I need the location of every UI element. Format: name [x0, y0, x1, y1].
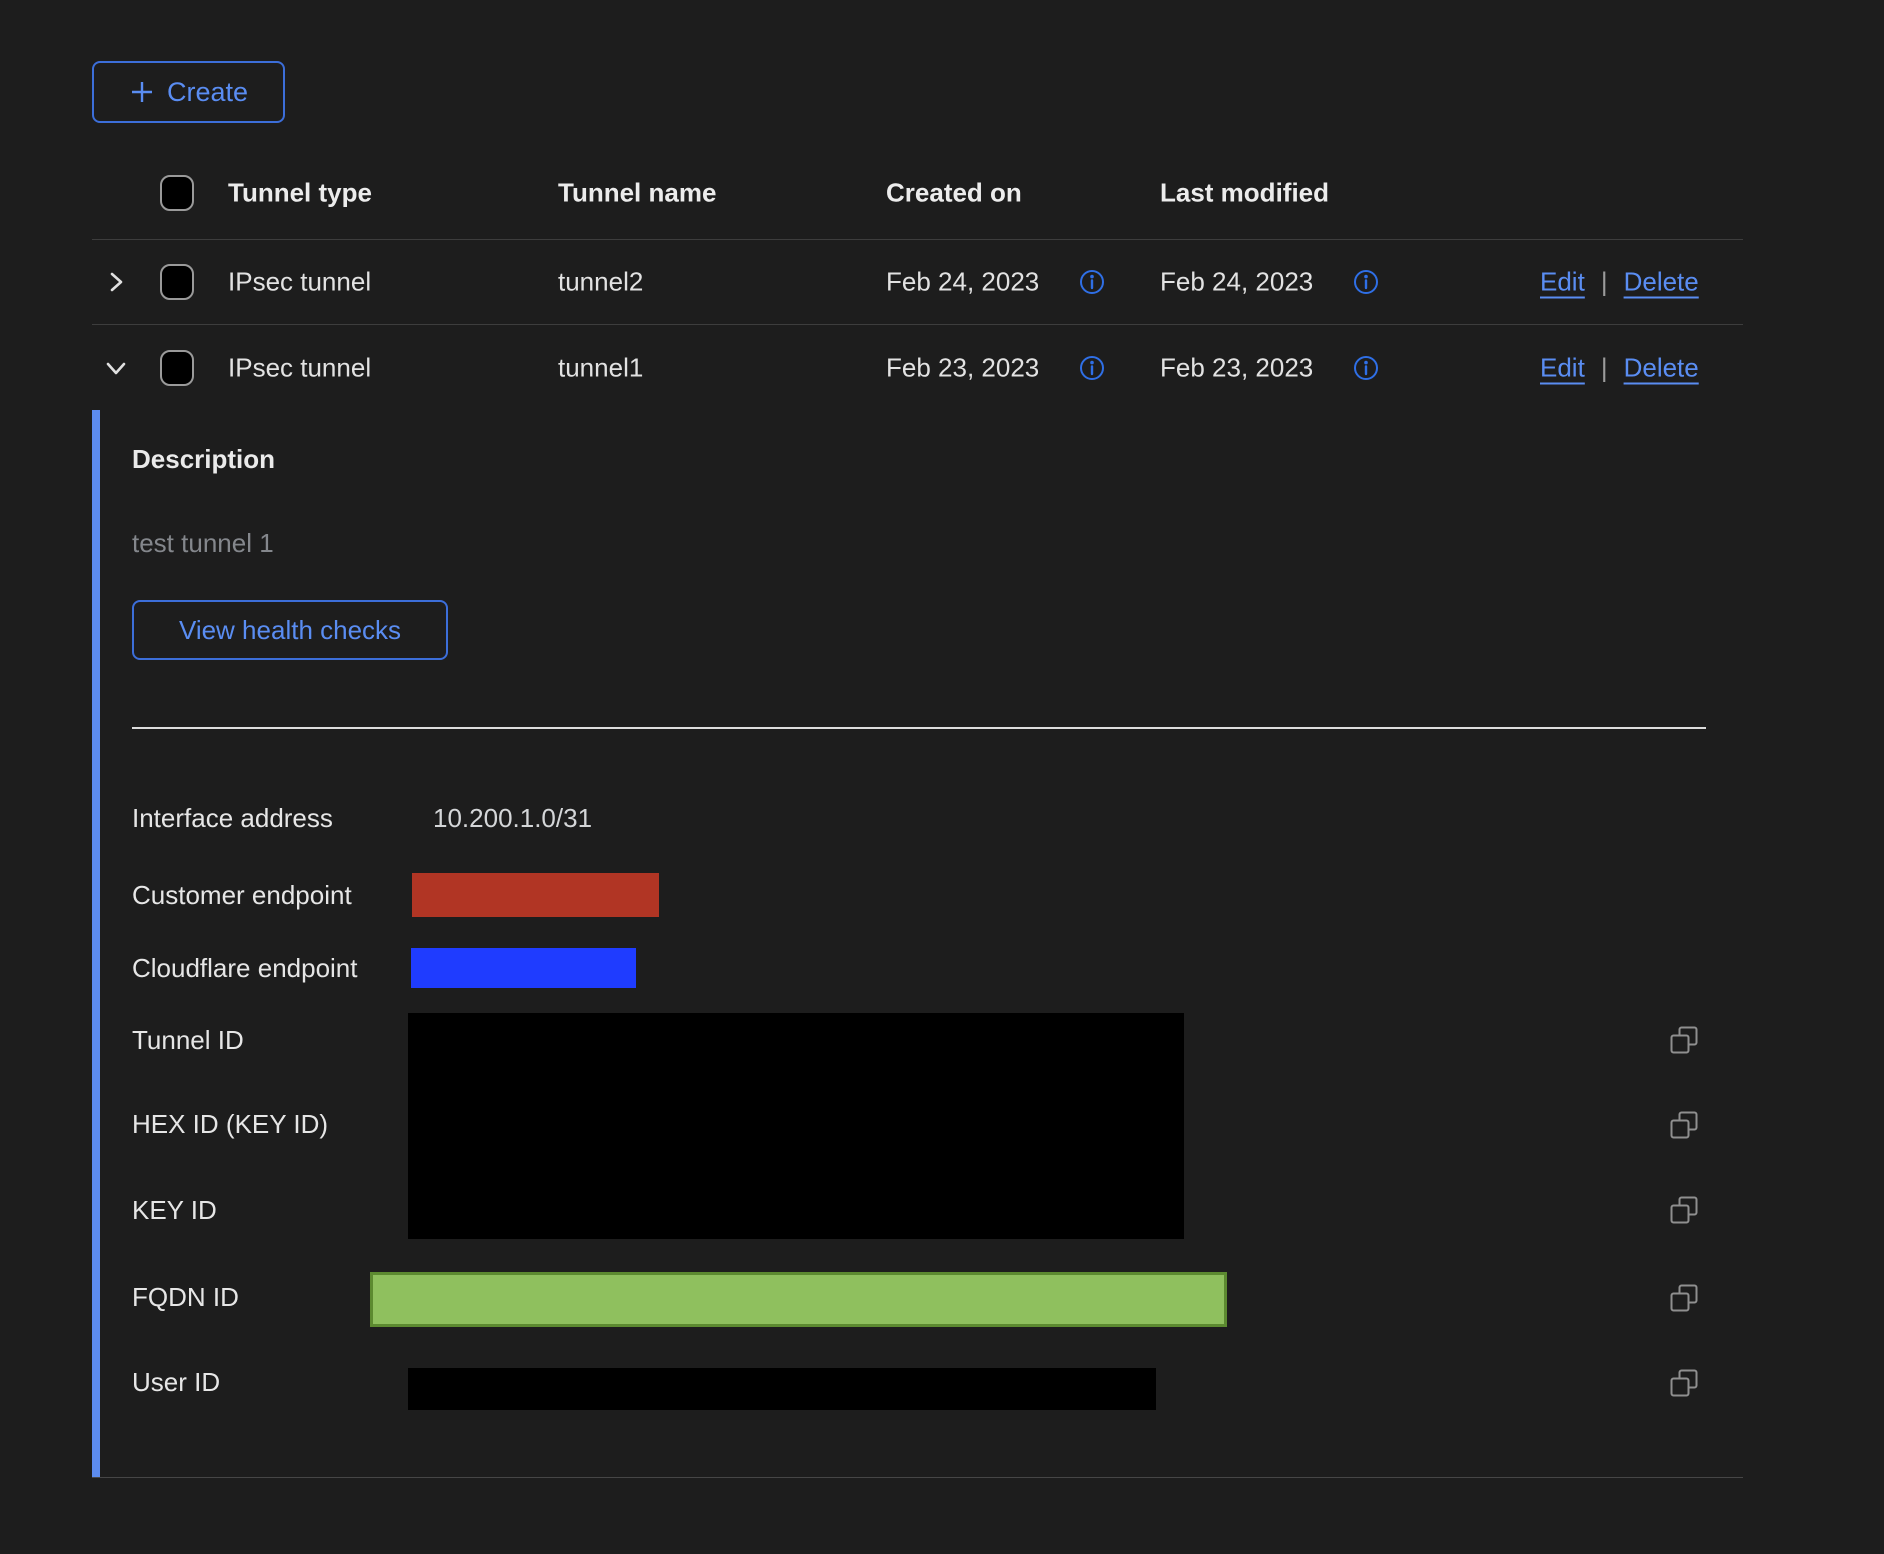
column-header-tunnel-name: Tunnel name	[558, 177, 716, 208]
table-row: IPsec tunnel tunnel2 Feb 24, 2023 Feb 24…	[92, 240, 1743, 325]
view-health-checks-button[interactable]: View health checks	[132, 600, 448, 660]
field-label-user-id: User ID	[132, 1366, 220, 1398]
row-expander[interactable]	[98, 264, 134, 300]
create-button[interactable]: Create	[92, 61, 285, 123]
table-header-row: Tunnel type Tunnel name Created on Last …	[92, 146, 1743, 240]
redaction-block-user-id	[408, 1368, 1156, 1410]
description-label: Description	[132, 443, 275, 475]
tunnel-name-cell: tunnel1	[558, 352, 643, 383]
created-on-cell: Feb 23, 2023	[886, 352, 1039, 383]
copy-user-id-button[interactable]	[1668, 1367, 1700, 1399]
tunnel-type-cell: IPsec tunnel	[228, 267, 371, 298]
field-value-interface-address: 10.200.1.0/31	[433, 802, 592, 834]
field-label-key-id: KEY ID	[132, 1194, 217, 1226]
field-label-customer-endpoint: Customer endpoint	[132, 879, 352, 911]
copy-icon	[1669, 1195, 1699, 1225]
column-header-last-modified: Last modified	[1160, 177, 1329, 208]
info-icon	[1352, 268, 1380, 296]
expanded-panel: Description test tunnel 1 View health ch…	[92, 410, 1743, 1478]
description-value: test tunnel 1	[132, 527, 274, 559]
field-label-tunnel-id: Tunnel ID	[132, 1024, 244, 1056]
redaction-block-fqdn-id	[370, 1272, 1227, 1327]
last-modified-info-icon[interactable]	[1352, 268, 1380, 296]
create-button-label: Create	[167, 77, 248, 108]
redaction-block-ids	[408, 1013, 1184, 1239]
last-modified-info-icon[interactable]	[1352, 354, 1380, 382]
redaction-block-customer-endpoint	[412, 873, 659, 917]
chevron-down-icon	[103, 355, 129, 381]
tunnel-name-cell: tunnel2	[558, 267, 643, 298]
created-on-cell: Feb 24, 2023	[886, 267, 1039, 298]
last-modified-cell: Feb 23, 2023	[1160, 352, 1313, 383]
tunnels-page: Create Tunnel type Tunnel name Created o…	[0, 0, 1884, 1554]
redaction-block-cloudflare-endpoint	[411, 948, 636, 988]
action-separator: |	[1601, 352, 1608, 383]
copy-tunnel-id-button[interactable]	[1668, 1024, 1700, 1056]
expanded-accent-bar	[92, 410, 100, 1477]
tunnel-type-cell: IPsec tunnel	[228, 352, 371, 383]
row-expander[interactable]	[98, 350, 134, 386]
chevron-right-icon	[103, 269, 129, 295]
copy-icon	[1669, 1110, 1699, 1140]
copy-key-id-button[interactable]	[1668, 1194, 1700, 1226]
row-checkbox[interactable]	[160, 264, 194, 300]
edit-link[interactable]: Edit	[1540, 267, 1585, 298]
field-label-fqdn-id: FQDN ID	[132, 1281, 239, 1313]
delete-link[interactable]: Delete	[1624, 352, 1699, 383]
table-row: IPsec tunnel tunnel1 Feb 23, 2023 Feb 23…	[92, 325, 1743, 410]
last-modified-cell: Feb 24, 2023	[1160, 267, 1313, 298]
field-label-hex-id: HEX ID (KEY ID)	[132, 1108, 328, 1140]
edit-link[interactable]: Edit	[1540, 352, 1585, 383]
section-divider	[132, 727, 1706, 729]
action-separator: |	[1601, 267, 1608, 298]
field-label-interface-address: Interface address	[132, 802, 333, 834]
info-icon	[1352, 354, 1380, 382]
delete-link[interactable]: Delete	[1624, 267, 1699, 298]
column-header-tunnel-type: Tunnel type	[228, 177, 372, 208]
field-label-cloudflare-endpoint: Cloudflare endpoint	[132, 952, 358, 984]
copy-icon	[1669, 1368, 1699, 1398]
column-header-created-on: Created on	[886, 177, 1022, 208]
copy-fqdn-id-button[interactable]	[1668, 1282, 1700, 1314]
created-on-info-icon[interactable]	[1078, 268, 1106, 296]
select-all-checkbox[interactable]	[160, 175, 194, 211]
copy-icon	[1669, 1025, 1699, 1055]
copy-hex-id-button[interactable]	[1668, 1109, 1700, 1141]
info-icon	[1078, 354, 1106, 382]
created-on-info-icon[interactable]	[1078, 354, 1106, 382]
copy-icon	[1669, 1283, 1699, 1313]
plus-icon	[129, 79, 155, 105]
info-icon	[1078, 268, 1106, 296]
row-checkbox[interactable]	[160, 350, 194, 386]
